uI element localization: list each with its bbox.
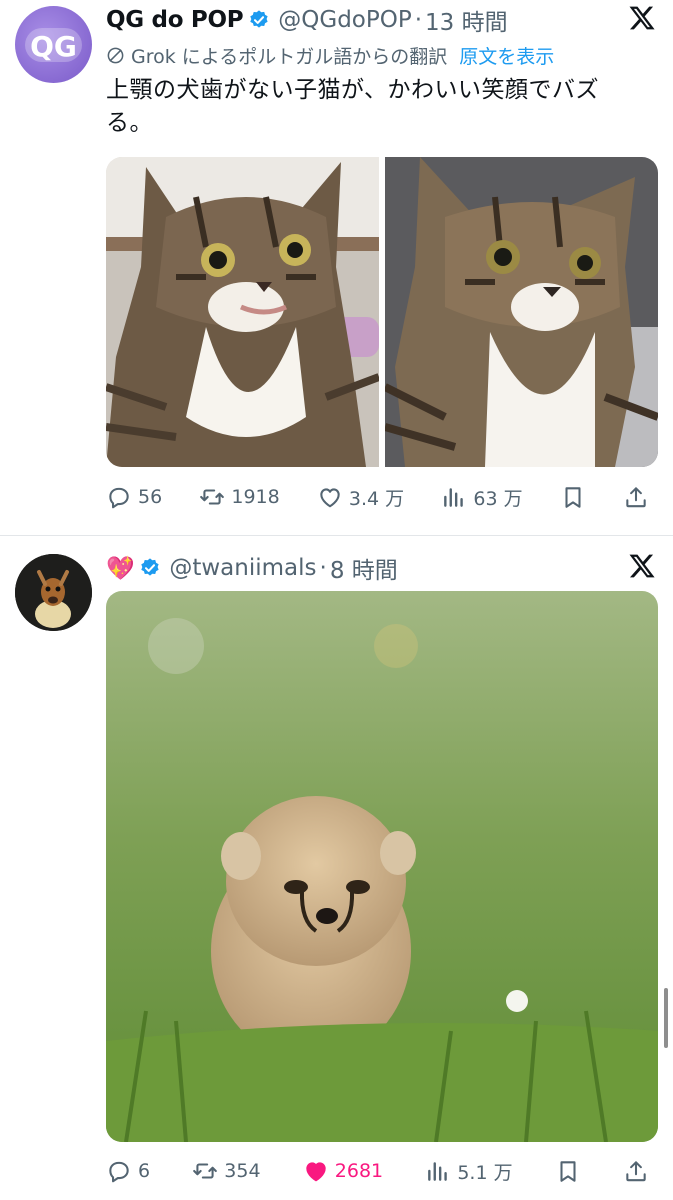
- handle[interactable]: @twaniimals: [169, 555, 316, 581]
- x-logo-icon: [629, 6, 655, 30]
- views-button[interactable]: 5.1 万: [425, 1158, 513, 1185]
- timestamp[interactable]: 8 時間: [330, 551, 398, 585]
- x-logo-icon: [629, 554, 655, 578]
- tweet-card[interactable]: QG QG do POP @QGdoPOP · 13 時間 Grok によるポル…: [0, 0, 673, 536]
- action-bar: 56 1918 3.4 万 63 万: [106, 480, 649, 514]
- translation-note: Grok によるポルトガル語からの翻訳 原文を表示: [106, 42, 554, 68]
- reply-button[interactable]: 6: [106, 1158, 150, 1184]
- qg-logo-icon: QG: [25, 28, 82, 63]
- reply-count: 6: [138, 1160, 151, 1182]
- retweet-button[interactable]: 1918: [199, 484, 280, 510]
- globe-icon: [107, 47, 124, 63]
- cat-photo-left[interactable]: [106, 157, 379, 467]
- cheetah-image: [106, 591, 658, 1142]
- like-button[interactable]: 3.4 万: [317, 484, 404, 511]
- views-count: 5.1 万: [457, 1161, 513, 1184]
- bookmark-button[interactable]: [560, 484, 586, 510]
- scrollbar[interactable]: [664, 988, 668, 1048]
- cheetah-cub-photo[interactable]: [106, 591, 658, 1142]
- retweet-icon: [200, 489, 225, 505]
- tweet-card[interactable]: 💖 @twaniimals · 8 時間 6 354 2681 5.1 万: [0, 536, 673, 1200]
- svg-text:QG: QG: [30, 30, 77, 63]
- avatar[interactable]: QG: [15, 6, 92, 83]
- reply-icon: [109, 1161, 129, 1183]
- media-grid[interactable]: [106, 157, 658, 467]
- bookmark-button[interactable]: [555, 1158, 581, 1184]
- retweet-count: 1918: [231, 486, 280, 508]
- reply-button[interactable]: 56: [106, 484, 162, 510]
- share-icon: [626, 487, 646, 508]
- reply-count: 56: [138, 486, 163, 508]
- cat-image: [106, 157, 379, 467]
- verified-badge-icon: [141, 558, 159, 576]
- share-icon: [626, 1161, 646, 1182]
- verified-badge-icon: [250, 10, 268, 28]
- retweet-button[interactable]: 354: [192, 1158, 261, 1184]
- separator-dot: ·: [319, 555, 327, 581]
- cat-image: [385, 157, 658, 467]
- show-original-link[interactable]: 原文を表示: [459, 42, 554, 69]
- deer-avatar-image: [15, 554, 92, 631]
- separator-dot: ·: [414, 7, 423, 33]
- like-icon: [306, 1162, 326, 1182]
- tweet-text: 上顎の犬歯がない子猫が、かわいい笑顔でバズる。: [106, 77, 600, 136]
- like-icon: [320, 488, 340, 508]
- like-button[interactable]: 2681: [303, 1158, 383, 1184]
- action-bar: 6 354 2681 5.1 万: [106, 1154, 649, 1188]
- display-name[interactable]: 💖: [106, 555, 135, 582]
- reply-icon: [109, 487, 129, 509]
- bookmark-icon: [565, 487, 581, 508]
- display-name[interactable]: QG do POP: [106, 7, 244, 33]
- retweet-count: 354: [224, 1160, 261, 1182]
- handle[interactable]: @QGdoPOP: [278, 7, 411, 33]
- cat-photo-right[interactable]: [385, 157, 658, 467]
- share-button[interactable]: [623, 1158, 649, 1184]
- retweet-icon: [193, 1163, 218, 1179]
- avatar[interactable]: [15, 554, 92, 631]
- translation-label: Grok によるポルトガル語からの翻訳: [131, 45, 448, 68]
- tweet-header: 💖 @twaniimals · 8 時間: [106, 548, 673, 588]
- bookmark-icon: [560, 1161, 576, 1182]
- views-icon: [428, 1162, 448, 1181]
- views-count: 63 万: [473, 487, 523, 510]
- timestamp[interactable]: 13 時間: [425, 3, 508, 37]
- views-icon: [444, 488, 464, 507]
- like-count: 2681: [334, 1160, 384, 1182]
- like-count: 3.4 万: [348, 487, 405, 510]
- share-button[interactable]: [623, 484, 649, 510]
- views-button[interactable]: 63 万: [441, 484, 523, 511]
- tweet-header: QG do POP @QGdoPOP · 13 時間: [106, 0, 673, 40]
